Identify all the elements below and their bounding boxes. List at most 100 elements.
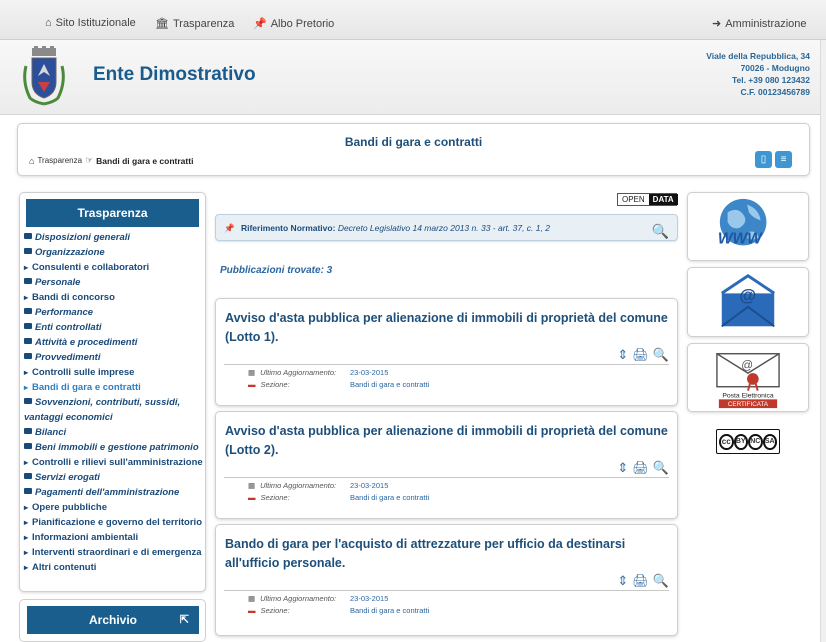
archive-button[interactable]: Archivio ⇱ <box>27 606 199 634</box>
updated-date: 23-03-2015 <box>350 368 389 377</box>
document-button[interactable]: ▯ <box>755 151 772 168</box>
sort-icon[interactable]: ⇕ <box>617 573 628 589</box>
folder-icon: ▬ <box>248 493 256 502</box>
sidebar-item[interactable]: Enti controllati <box>20 320 205 335</box>
magnifier-icon[interactable]: 🔍 <box>653 573 669 589</box>
sidebar-item[interactable]: Servizi erogati <box>20 470 205 485</box>
sidebar-item[interactable]: Performance <box>20 305 205 320</box>
section-link[interactable]: Bandi di gara e contratti <box>350 380 429 389</box>
updated-label: Ultimo Aggiornamento: <box>260 368 337 377</box>
sidebar-item[interactable]: ▸ Controlli sulle imprese <box>20 365 205 380</box>
sidebar-item[interactable]: ▸ Informazioni ambientali <box>20 530 205 545</box>
sidebar-item[interactable]: Organizzazione <box>20 245 205 260</box>
nav-link-sito-istituzionale[interactable]: ⌂ Sito Istituzionale <box>45 17 136 29</box>
magnifier-icon[interactable]: 🔍 <box>653 460 669 476</box>
result-meta: ▦ Ultimo Aggiornamento: 23-03-2015 ▬ Sezione… <box>248 593 429 617</box>
sidebar-item[interactable]: Disposizioni generali <box>20 230 205 245</box>
chevron-right-icon: ▸ <box>24 533 29 542</box>
folder-icon <box>24 353 32 359</box>
sidebar-item[interactable]: Beni immobili e gestione patrimonio <box>20 440 205 455</box>
folder-icon: ▬ <box>248 380 256 389</box>
www-banner[interactable]: WWW <box>687 192 809 261</box>
sidebar-item[interactable]: ▸ Consulenti e collaboratori <box>20 260 205 275</box>
site-name[interactable]: Ente Dimostrativo <box>93 64 256 86</box>
home-icon: ⌂ <box>45 17 52 29</box>
sidebar-item-label: Interventi straordinari e di emergenza <box>32 547 202 558</box>
chevron-right-icon: ▸ <box>24 518 29 527</box>
archive-box: Archivio ⇱ <box>19 599 206 642</box>
print-icon[interactable]: 🖨 <box>632 573 649 589</box>
sidebar-item[interactable]: Personale <box>20 275 205 290</box>
magnifier-icon[interactable]: 🔍 <box>653 347 669 363</box>
sidebar-item[interactable]: Bilanci <box>20 425 205 440</box>
admin-link[interactable]: ➜ Amministrazione <box>712 17 807 31</box>
page-scrollbar[interactable] <box>820 40 826 642</box>
result-title[interactable]: Bando di gara per l'acquisto di attrezza… <box>225 535 675 573</box>
chevron-right-icon: ▸ <box>24 368 29 377</box>
sidebar-item[interactable]: ▸ Bandi di gara e contratti <box>20 380 205 395</box>
result-title[interactable]: Avviso d'asta pubblica per alienazione d… <box>225 422 675 460</box>
chevron-right-icon: ▸ <box>24 293 29 302</box>
login-icon: ➜ <box>712 18 722 30</box>
sidebar-item-label: Sovvenzioni, contributi, sussidi, vantag… <box>24 397 181 423</box>
sidebar-item[interactable]: ▸ Pianificazione e governo del territorio <box>20 515 205 530</box>
result-meta: ▦ Ultimo Aggiornamento: 23-03-2015 ▬ Sezione… <box>248 480 429 504</box>
chevron-right-icon: ▸ <box>24 563 29 572</box>
pec-banner[interactable]: @ Posta Elettronica CERTIFICATA <box>687 343 809 412</box>
sidebar-item[interactable]: Attività e procedimenti <box>20 335 205 350</box>
globe-www-icon: WWW <box>718 198 767 247</box>
sort-icon[interactable]: ⇕ <box>617 347 628 363</box>
divider <box>224 477 669 478</box>
chevron-right-icon: ▸ <box>24 503 29 512</box>
archive-title: Archivio <box>88 613 137 627</box>
open-data-open: OPEN <box>618 194 649 205</box>
sidebar-item[interactable]: Pagamenti dell'amministrazione <box>20 485 205 500</box>
institution-icon: 🏛 <box>155 18 169 30</box>
document-icon: ▯ <box>760 154 767 165</box>
sidebar-item[interactable]: ▸ Altri contenuti <box>20 560 205 575</box>
sort-icon[interactable]: ⇕ <box>617 460 628 476</box>
breadcrumb-root[interactable]: Trasparenza <box>37 156 82 165</box>
email-banner[interactable]: @ <box>687 267 809 337</box>
sidebar-item-label: Provvedimenti <box>35 352 101 363</box>
magnifier-icon[interactable]: 🔍 <box>652 218 669 245</box>
updated-label: Ultimo Aggiornamento: <box>260 481 337 490</box>
creative-commons-badge[interactable]: cc BY NC SA <box>716 429 780 454</box>
open-data-badge[interactable]: OPEN DATA <box>617 193 678 206</box>
folder-icon <box>24 428 32 434</box>
pointer-icon: ☞ <box>85 155 94 165</box>
folder-icon <box>24 443 32 449</box>
sidebar-item-label: Altri contenuti <box>32 562 97 573</box>
sidebar-item[interactable]: Provvedimenti <box>20 350 205 365</box>
calendar-icon: ▦ <box>248 368 256 377</box>
sidebar-item-label: Controlli sulle imprese <box>32 367 135 378</box>
print-icon[interactable]: 🖨 <box>632 347 649 363</box>
sidebar-item-label: Performance <box>35 307 94 318</box>
nav-link-albo-pretorio[interactable]: 📌 Albo Pretorio <box>253 17 335 31</box>
sidebar-item-label: Beni immobili e gestione patrimonio <box>35 442 199 453</box>
sidebar-item[interactable]: ▸ Bandi di concorso <box>20 290 205 305</box>
cc-nc-icon: NC <box>748 433 763 450</box>
folder-icon <box>24 248 32 254</box>
result-tools: ⇕ 🖨 🔍 <box>617 573 669 589</box>
nav-link-trasparenza[interactable]: 🏛 Trasparenza <box>155 17 235 31</box>
result-title[interactable]: Avviso d'asta pubblica per alienazione d… <box>225 309 675 347</box>
sidebar-item[interactable]: ▸ Interventi straordinari e di emergenza <box>20 545 205 560</box>
breadcrumb: ⌂ Trasparenza ☞ Bandi di gara e contratt… <box>29 155 193 166</box>
sidebar-item-label: Bilanci <box>35 427 67 438</box>
chevron-right-icon: ▸ <box>24 548 29 557</box>
sidebar-item[interactable]: Sovvenzioni, contributi, sussidi, vantag… <box>20 395 205 425</box>
section-link[interactable]: Bandi di gara e contratti <box>350 606 429 615</box>
print-icon[interactable]: 🖨 <box>632 460 649 476</box>
menu-button[interactable]: ≡ <box>775 151 792 168</box>
sidebar-item-label: Controlli e rilievi sull'amministrazione <box>32 457 203 468</box>
folder-icon <box>24 233 32 239</box>
sidebar-item[interactable]: ▸ Opere pubbliche <box>20 500 205 515</box>
section-link[interactable]: Bandi di gara e contratti <box>350 493 429 502</box>
sidebar-item-label: Personale <box>35 277 81 288</box>
cc-icon: cc <box>719 433 734 450</box>
sidebar-item[interactable]: ▸ Controlli e rilievi sull'amministrazion… <box>20 455 205 470</box>
nav-link-label: Trasparenza <box>172 17 235 30</box>
normative-reference-label: Riferimento Normativo: <box>240 223 336 233</box>
nav-link-label: Albo Pretorio <box>270 17 335 30</box>
